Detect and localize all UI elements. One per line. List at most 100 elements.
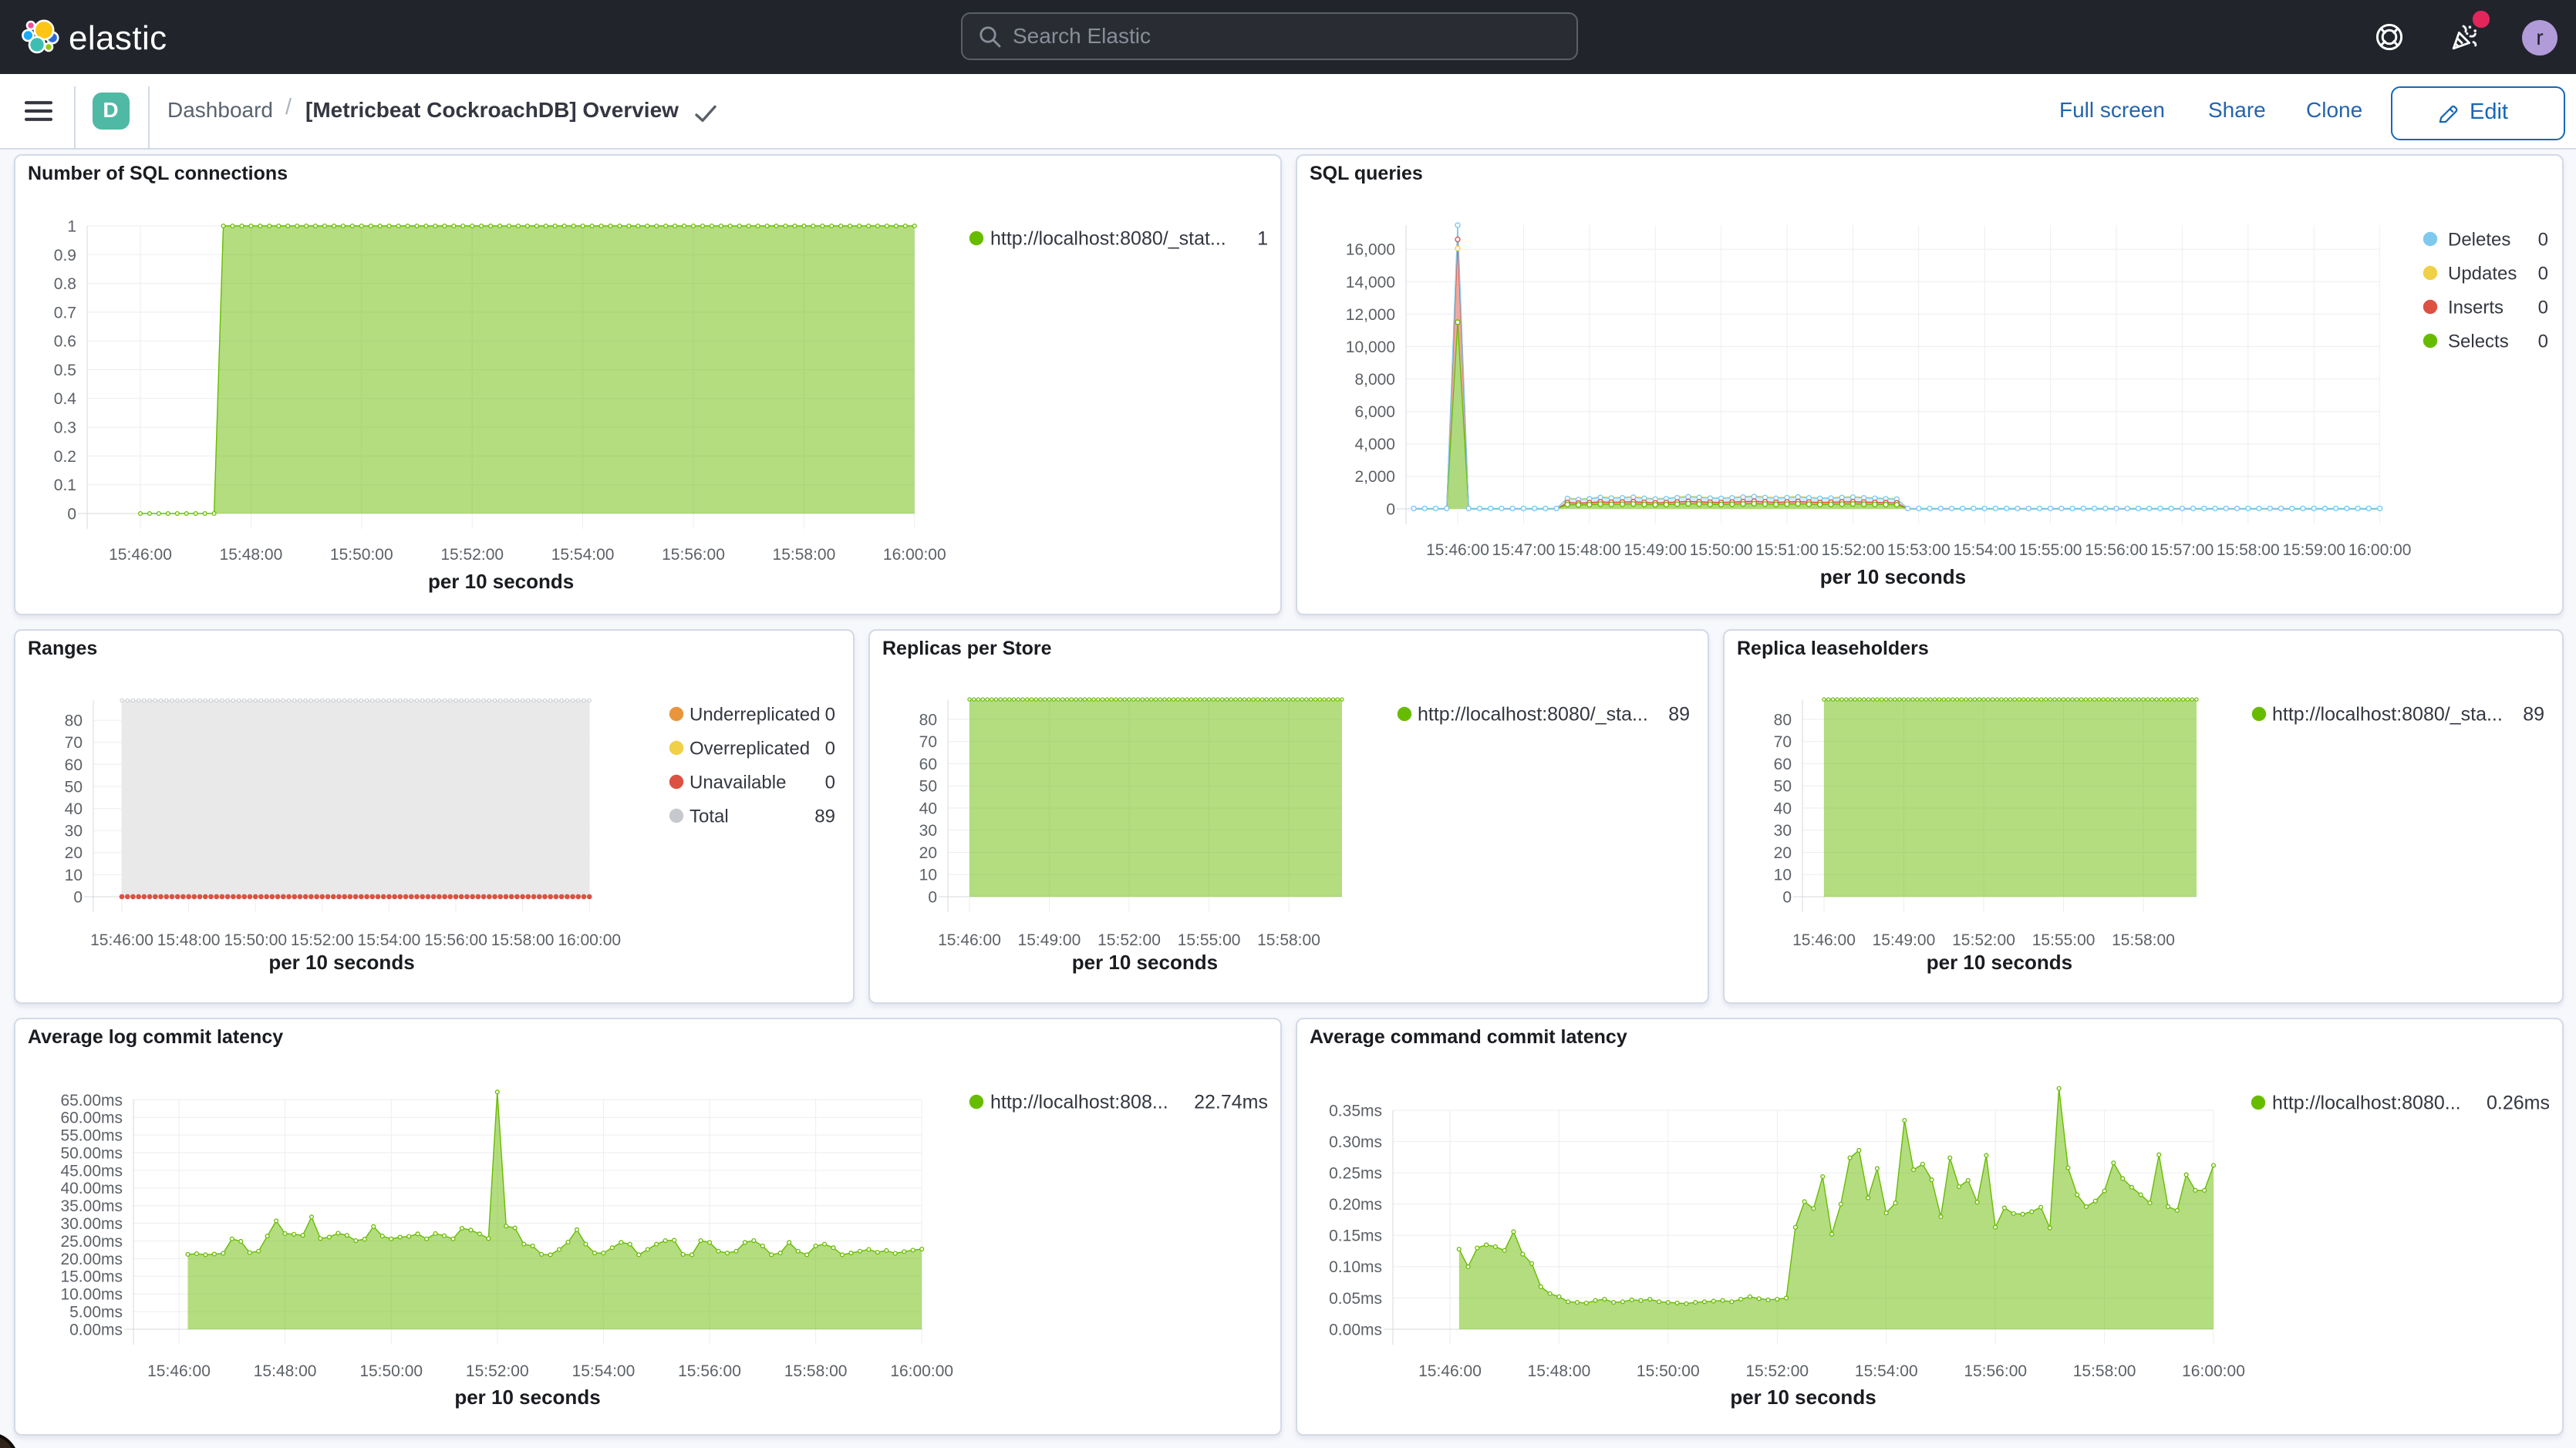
svg-text:Unavailable: Unavailable bbox=[689, 772, 785, 793]
svg-text:Ranges: Ranges bbox=[27, 638, 96, 659]
svg-text:70: 70 bbox=[1773, 733, 1791, 751]
svg-text:15:46:00: 15:46:00 bbox=[147, 1362, 210, 1380]
svg-text:16:00:00: 16:00:00 bbox=[2348, 541, 2411, 559]
svg-text:0: 0 bbox=[2537, 263, 2547, 284]
svg-text:30: 30 bbox=[64, 823, 82, 840]
svg-text:15:48:00: 15:48:00 bbox=[1527, 1362, 1590, 1380]
svg-text:per 10 seconds: per 10 seconds bbox=[1071, 951, 1217, 974]
svg-text:15:48:00: 15:48:00 bbox=[253, 1362, 316, 1380]
svg-text:0.6: 0.6 bbox=[53, 333, 76, 351]
svg-text:Selects: Selects bbox=[2447, 331, 2508, 352]
svg-text:0: 0 bbox=[1782, 888, 1791, 906]
svg-text:65.00ms: 65.00ms bbox=[59, 1092, 122, 1110]
svg-text:15:52:00: 15:52:00 bbox=[440, 546, 503, 564]
svg-text:Deletes: Deletes bbox=[2447, 229, 2510, 250]
svg-text:16:00:00: 16:00:00 bbox=[889, 1362, 953, 1380]
svg-text:0.7: 0.7 bbox=[53, 304, 76, 322]
svg-text:16:00:00: 16:00:00 bbox=[557, 931, 620, 949]
svg-text:http://localhost:8080...: http://localhost:8080... bbox=[2271, 1092, 2460, 1113]
svg-text:15:46:00: 15:46:00 bbox=[937, 931, 1000, 949]
svg-text:15:58:00: 15:58:00 bbox=[2216, 541, 2279, 559]
svg-text:15:55:00: 15:55:00 bbox=[1177, 931, 1240, 949]
svg-text:15:50:00: 15:50:00 bbox=[1636, 1362, 1699, 1380]
svg-text:Total: Total bbox=[689, 806, 728, 827]
svg-text:15:46:00: 15:46:00 bbox=[1425, 541, 1489, 559]
svg-text:per 10 seconds: per 10 seconds bbox=[268, 951, 413, 974]
svg-text:16:00:00: 16:00:00 bbox=[2181, 1362, 2244, 1380]
svg-text:40.00ms: 40.00ms bbox=[59, 1180, 122, 1197]
svg-text:0: 0 bbox=[824, 738, 835, 759]
svg-text:5.00ms: 5.00ms bbox=[69, 1303, 122, 1321]
svg-text:0: 0 bbox=[824, 772, 835, 793]
svg-text:0: 0 bbox=[2537, 331, 2547, 352]
svg-text:15:46:00: 15:46:00 bbox=[1792, 931, 1855, 949]
svg-text:0.00ms: 0.00ms bbox=[1328, 1321, 1381, 1339]
svg-text:60.00ms: 60.00ms bbox=[59, 1110, 122, 1127]
svg-text:2,000: 2,000 bbox=[1354, 468, 1394, 486]
svg-text:Replicas per Store: Replicas per Store bbox=[882, 638, 1051, 659]
svg-text:15:57:00: 15:57:00 bbox=[2150, 541, 2214, 559]
svg-text:http://localhost:8080/_stat...: http://localhost:8080/_stat... bbox=[990, 227, 1226, 249]
svg-text:15:48:00: 15:48:00 bbox=[1557, 541, 1620, 559]
svg-text:50: 50 bbox=[1773, 778, 1791, 796]
svg-text:8,000: 8,000 bbox=[1354, 371, 1394, 389]
svg-text:Inserts: Inserts bbox=[2447, 297, 2503, 318]
svg-text:50: 50 bbox=[919, 778, 936, 796]
svg-text:25.00ms: 25.00ms bbox=[59, 1233, 122, 1251]
svg-text:80: 80 bbox=[64, 712, 82, 730]
svg-text:15:54:00: 15:54:00 bbox=[551, 546, 614, 564]
svg-text:70: 70 bbox=[919, 733, 936, 751]
svg-text:0.9: 0.9 bbox=[53, 247, 76, 264]
svg-text:45.00ms: 45.00ms bbox=[59, 1162, 122, 1180]
svg-text:20: 20 bbox=[919, 844, 936, 862]
svg-text:15:52:00: 15:52:00 bbox=[1097, 931, 1160, 949]
svg-text:Replica leaseholders: Replica leaseholders bbox=[1736, 638, 1928, 659]
svg-text:15:52:00: 15:52:00 bbox=[465, 1362, 528, 1380]
svg-text:15:52:00: 15:52:00 bbox=[1951, 931, 2015, 949]
svg-text:Overreplicated: Overreplicated bbox=[689, 738, 809, 759]
svg-text:40: 40 bbox=[64, 800, 82, 818]
svg-text:http://localhost:8080/_sta...: http://localhost:8080/_sta... bbox=[1417, 703, 1647, 725]
svg-text:89: 89 bbox=[2522, 703, 2544, 725]
svg-text:12,000: 12,000 bbox=[1345, 306, 1394, 324]
svg-text:15:56:00: 15:56:00 bbox=[661, 546, 724, 564]
svg-text:15:46:00: 15:46:00 bbox=[89, 931, 153, 949]
svg-text:10: 10 bbox=[1773, 867, 1791, 884]
svg-text:Updates: Updates bbox=[2447, 263, 2516, 284]
svg-text:per 10 seconds: per 10 seconds bbox=[1819, 565, 1965, 588]
svg-text:15:58:00: 15:58:00 bbox=[2111, 931, 2174, 949]
svg-text:15:48:00: 15:48:00 bbox=[219, 546, 282, 564]
svg-text:15:58:00: 15:58:00 bbox=[1256, 931, 1320, 949]
svg-text:15:50:00: 15:50:00 bbox=[1689, 541, 1752, 559]
svg-text:60: 60 bbox=[919, 756, 936, 773]
svg-text:15:53:00: 15:53:00 bbox=[1886, 541, 1950, 559]
svg-text:15:58:00: 15:58:00 bbox=[772, 546, 835, 564]
svg-text:10.00ms: 10.00ms bbox=[59, 1286, 122, 1304]
svg-text:15:59:00: 15:59:00 bbox=[2281, 541, 2345, 559]
svg-text:0.05ms: 0.05ms bbox=[1328, 1290, 1381, 1308]
svg-text:0: 0 bbox=[927, 888, 936, 906]
svg-text:15:54:00: 15:54:00 bbox=[1952, 541, 2015, 559]
svg-text:15:49:00: 15:49:00 bbox=[1623, 541, 1686, 559]
svg-text:15:56:00: 15:56:00 bbox=[2084, 541, 2147, 559]
svg-text:20: 20 bbox=[64, 844, 82, 862]
svg-text:14,000: 14,000 bbox=[1345, 274, 1394, 291]
svg-text:55.00ms: 55.00ms bbox=[59, 1127, 122, 1145]
svg-text:15:49:00: 15:49:00 bbox=[1872, 931, 1935, 949]
svg-text:89: 89 bbox=[1667, 703, 1689, 725]
svg-text:6,000: 6,000 bbox=[1354, 403, 1394, 421]
svg-text:15:49:00: 15:49:00 bbox=[1017, 931, 1081, 949]
svg-text:15:56:00: 15:56:00 bbox=[1963, 1362, 2026, 1380]
svg-text:0.15ms: 0.15ms bbox=[1328, 1227, 1381, 1245]
svg-text:50.00ms: 50.00ms bbox=[59, 1144, 122, 1162]
svg-text:0.20ms: 0.20ms bbox=[1328, 1196, 1381, 1214]
svg-text:15:46:00: 15:46:00 bbox=[1418, 1362, 1481, 1380]
svg-text:0.26ms: 0.26ms bbox=[2486, 1092, 2549, 1113]
svg-text:Average command commit latency: Average command commit latency bbox=[1309, 1026, 1627, 1048]
svg-text:per 10 seconds: per 10 seconds bbox=[1926, 951, 2072, 974]
svg-text:per 10 seconds: per 10 seconds bbox=[453, 1386, 599, 1409]
svg-text:60: 60 bbox=[64, 756, 82, 774]
svg-text:15:56:00: 15:56:00 bbox=[423, 931, 487, 949]
svg-text:0.3: 0.3 bbox=[53, 419, 76, 437]
svg-text:15:58:00: 15:58:00 bbox=[2072, 1362, 2136, 1380]
